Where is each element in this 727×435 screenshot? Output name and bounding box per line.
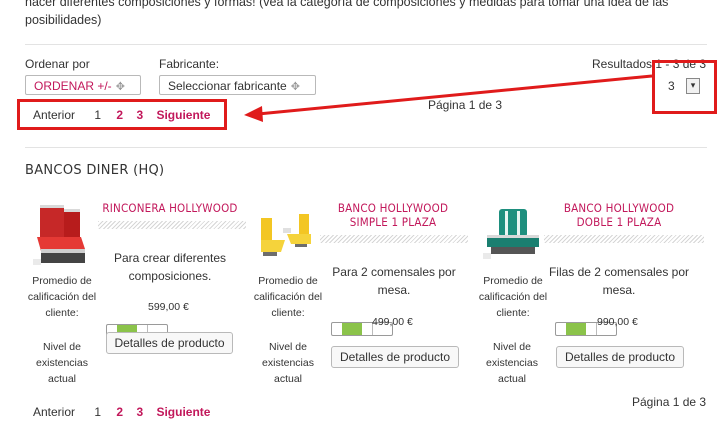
divider-category: [25, 147, 707, 148]
pagination-page-3[interactable]: 3: [136, 108, 143, 122]
product-price: 990,00 €: [597, 316, 638, 328]
pagination-page-2[interactable]: 2: [116, 405, 123, 419]
product-description: Filas de 2 comensales por mesa.: [548, 265, 690, 297]
category-title: BANCOS DINER (HQ): [25, 163, 165, 178]
pagination-next[interactable]: Siguiente: [156, 108, 210, 122]
rating-label: Promedio de calificación del cliente:: [478, 275, 548, 319]
title-underline: [98, 221, 246, 229]
pagination-prev[interactable]: Anterior: [33, 405, 75, 419]
rating-label: Promedio de calificación del cliente:: [27, 275, 97, 319]
pagination-page-1[interactable]: 1: [94, 405, 101, 419]
stock-level-fill: [566, 323, 586, 335]
product-price: 599,00 €: [148, 301, 189, 313]
stock-label: Nivel de existencias actual: [486, 341, 538, 385]
product-image-red-corner-booth-icon[interactable]: [31, 199, 91, 271]
pagination-page-2[interactable]: 2: [116, 108, 123, 122]
product-image-teal-double-booth-icon[interactable]: [481, 205, 543, 265]
product-title[interactable]: BANCO HOLLYWOOD SIMPLE 1 PLAZA: [318, 201, 468, 229]
product-details-button[interactable]: Detalles de producto: [556, 346, 684, 368]
title-underline: [320, 235, 468, 243]
page-info-top: Página 1 de 3: [428, 98, 503, 112]
pagination-bottom: Anterior 1 2 3 Siguiente: [33, 405, 220, 419]
yellow-single-seat-icon: [261, 214, 311, 256]
teal-double-booth-icon: [483, 209, 539, 259]
product-title[interactable]: BANCO HOLLYWOOD DOBLE 1 PLAZA: [544, 201, 694, 229]
rating-label: Promedio de calificación del cliente:: [253, 275, 323, 319]
pagination-next[interactable]: Siguiente: [156, 405, 210, 419]
stock-level-fill: [342, 323, 362, 335]
product-details-button[interactable]: Detalles de producto: [331, 346, 459, 368]
product-image-yellow-single-seat-icon[interactable]: [255, 210, 319, 260]
pagination-top: Anterior 1 2 3 Siguiente: [33, 108, 220, 122]
pagination-page-1[interactable]: 1: [94, 108, 101, 122]
product-price: 499,00 €: [372, 316, 413, 328]
product-title[interactable]: RINCONERA HOLLYWOOD: [100, 201, 240, 215]
stock-label: Nivel de existencias actual: [36, 341, 88, 385]
title-underline: [544, 235, 704, 243]
page-info-bottom: Página 1 de 3: [632, 395, 707, 409]
product-description: Para crear diferentes composiciones.: [113, 251, 227, 283]
stock-label: Nivel de existencias actual: [262, 341, 314, 385]
pagination-prev[interactable]: Anterior: [33, 108, 75, 122]
product-description: Para 2 comensales por mesa.: [332, 265, 456, 297]
product-details-button[interactable]: Detalles de producto: [106, 332, 233, 354]
pagination-page-3[interactable]: 3: [136, 405, 143, 419]
red-corner-booth-icon: [33, 205, 85, 265]
